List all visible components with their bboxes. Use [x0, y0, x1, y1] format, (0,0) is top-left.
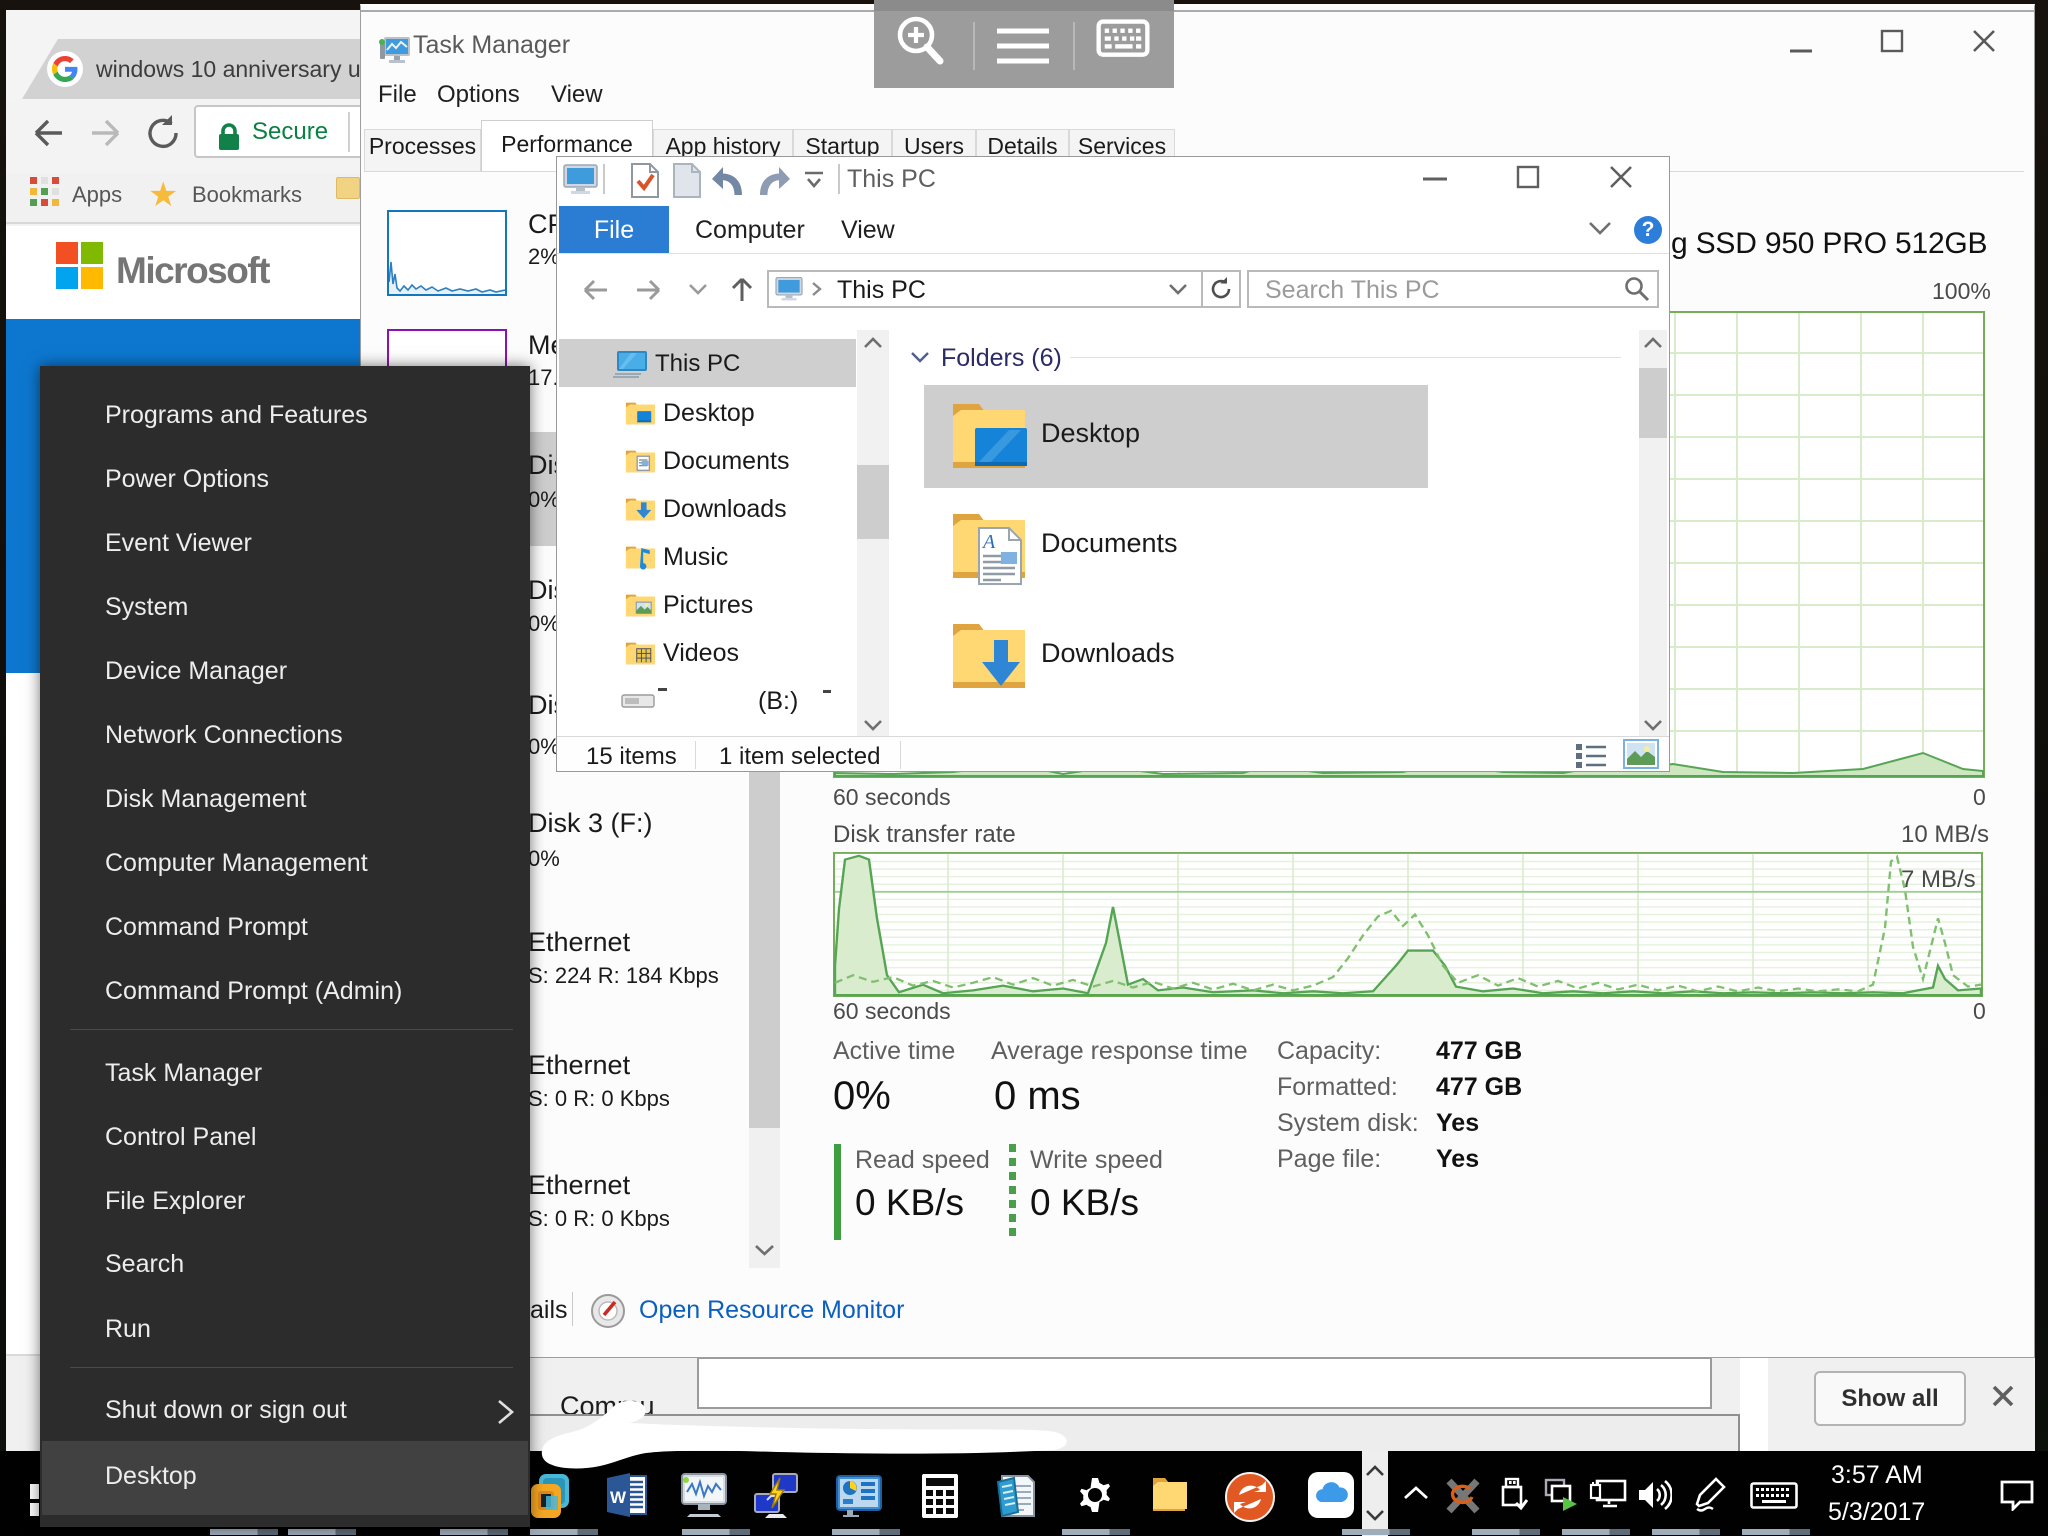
svg-text:A: A	[981, 531, 996, 553]
svg-text:W: W	[610, 1488, 627, 1507]
